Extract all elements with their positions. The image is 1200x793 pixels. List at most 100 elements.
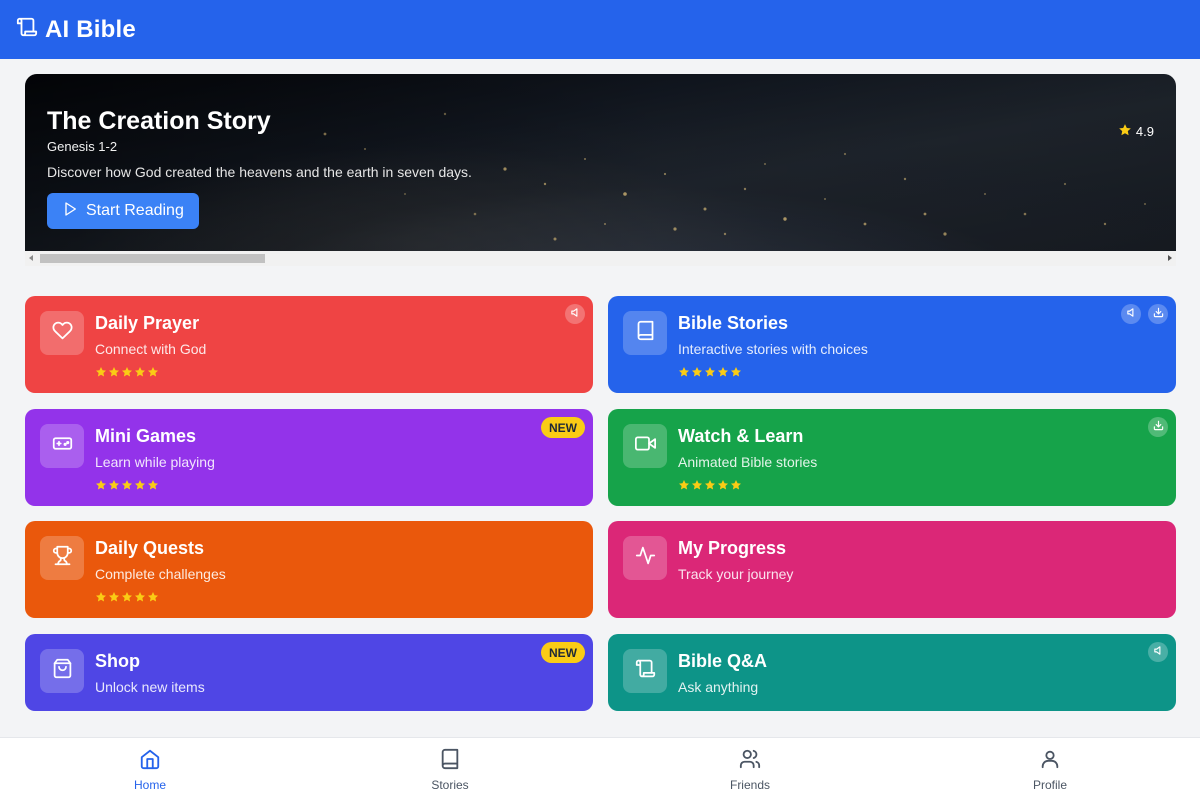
hero-rating-value: 4.9	[1135, 124, 1154, 139]
feature-title: Shop	[95, 651, 140, 671]
nav-stories[interactable]: Stories	[300, 738, 600, 793]
scrollbar-thumb[interactable]	[40, 254, 265, 263]
feature-icon-box	[623, 424, 667, 468]
volume-icon	[570, 305, 581, 323]
user-icon	[1039, 748, 1061, 775]
star-icon	[121, 365, 134, 383]
nav-friends[interactable]: Friends	[600, 738, 900, 793]
feature-title: Watch & Learn	[678, 426, 804, 446]
feature-subtitle: Learn while playing	[95, 454, 215, 470]
star-icon	[678, 478, 691, 496]
feature-icon-box	[40, 536, 84, 580]
feature-subtitle: Complete challenges	[95, 566, 226, 582]
star-icon	[134, 590, 147, 608]
feature-icon-box	[40, 311, 84, 355]
download-button[interactable]	[1148, 417, 1168, 437]
feature-card-bible-stories[interactable]: Bible Stories Interactive stories with ch…	[608, 296, 1176, 393]
download-button[interactable]	[1148, 304, 1168, 324]
star-icon	[704, 478, 717, 496]
start-reading-button[interactable]: Start Reading	[47, 193, 199, 229]
feature-card-watch-learn[interactable]: Watch & Learn Animated Bible stories	[608, 409, 1176, 506]
feature-card-mini-games[interactable]: Mini Games Learn while playing NEW	[25, 409, 593, 506]
feature-subtitle: Track your journey	[678, 566, 794, 582]
hero-rating: 4.9	[1118, 123, 1154, 140]
shopping-bag-icon	[52, 658, 73, 684]
feature-actions	[1141, 642, 1168, 662]
app-logo[interactable]: AI Bible	[16, 16, 136, 44]
star-icon	[108, 590, 121, 608]
star-icon	[717, 478, 730, 496]
star-icon	[147, 478, 160, 496]
feature-rating-stars	[95, 365, 160, 383]
scroll-right-arrow[interactable]	[1168, 255, 1172, 261]
feature-subtitle: Interactive stories with choices	[678, 341, 868, 357]
star-icon	[1118, 123, 1136, 140]
feature-title: Bible Stories	[678, 313, 789, 333]
hero-content: The Creation Story Genesis 1-2 Discover …	[47, 107, 472, 229]
feature-card-daily-quests[interactable]: Daily Quests Complete challenges	[25, 521, 593, 618]
feature-actions	[1114, 304, 1168, 324]
nav-profile[interactable]: Profile	[900, 738, 1200, 793]
feature-card-my-progress[interactable]: My Progress Track your journey	[608, 521, 1176, 618]
feature-icon-box	[623, 311, 667, 355]
feature-icon-box	[623, 536, 667, 580]
scroll-left-arrow[interactable]	[29, 255, 33, 261]
star-icon	[147, 365, 160, 383]
feature-rating-stars	[678, 478, 743, 496]
star-icon	[730, 478, 743, 496]
trophy-icon	[52, 545, 73, 571]
feature-title: My Progress	[678, 538, 787, 558]
star-icon	[108, 478, 121, 496]
users-icon	[739, 748, 761, 775]
featured-story-slide[interactable]: The Creation Story Genesis 1-2 Discover …	[25, 74, 1176, 251]
nav-home[interactable]: Home	[0, 738, 300, 793]
bottom-navigation: Home Stories Friends Profile	[0, 737, 1200, 793]
start-reading-label: Start Reading	[86, 202, 184, 219]
feature-card-bible-qa[interactable]: Bible Q&A Ask anything	[608, 634, 1176, 711]
star-icon	[108, 365, 121, 383]
feature-card-shop[interactable]: Shop Unlock new items NEW	[25, 634, 593, 711]
gamepad-icon	[52, 433, 73, 459]
carousel-scrollbar[interactable]	[25, 251, 1176, 266]
feature-icon-box	[40, 424, 84, 468]
feature-rating-stars	[678, 365, 743, 383]
star-icon	[678, 365, 691, 383]
nav-stories-label: Stories	[431, 778, 469, 792]
feature-actions	[558, 304, 585, 324]
audio-button[interactable]	[565, 304, 585, 324]
star-icon	[95, 590, 108, 608]
feature-subtitle: Connect with God	[95, 341, 207, 357]
feature-title: Daily Prayer	[95, 313, 200, 333]
feature-subtitle: Animated Bible stories	[678, 454, 818, 470]
book-icon	[635, 320, 656, 346]
new-badge: NEW	[541, 642, 585, 663]
feature-rating-stars	[95, 478, 160, 496]
video-icon	[634, 433, 656, 459]
home-icon	[139, 748, 161, 775]
star-icon	[121, 478, 134, 496]
hero-reference: Genesis 1-2	[47, 139, 118, 154]
feature-actions	[1141, 417, 1168, 437]
feature-title: Mini Games	[95, 426, 197, 446]
feature-title: Bible Q&A	[678, 651, 768, 671]
nav-home-label: Home	[133, 778, 166, 792]
app-title: AI Bible	[45, 15, 136, 43]
scroll-icon	[16, 16, 45, 43]
audio-button[interactable]	[1148, 642, 1168, 662]
volume-icon	[1126, 305, 1137, 323]
audio-button[interactable]	[1121, 304, 1141, 324]
feature-card-daily-prayer[interactable]: Daily Prayer Connect with God	[25, 296, 593, 393]
star-icon	[147, 590, 160, 608]
star-icon	[691, 365, 704, 383]
hero-title: The Creation Story	[47, 107, 271, 135]
book-icon	[439, 748, 461, 775]
star-icon	[121, 590, 134, 608]
star-icon	[704, 365, 717, 383]
star-icon	[134, 478, 147, 496]
nav-friends-label: Friends	[729, 778, 770, 792]
feature-subtitle: Unlock new items	[95, 679, 205, 695]
activity-icon	[635, 545, 656, 571]
star-icon	[691, 478, 704, 496]
play-icon	[62, 201, 86, 222]
scroll-icon	[635, 658, 656, 684]
